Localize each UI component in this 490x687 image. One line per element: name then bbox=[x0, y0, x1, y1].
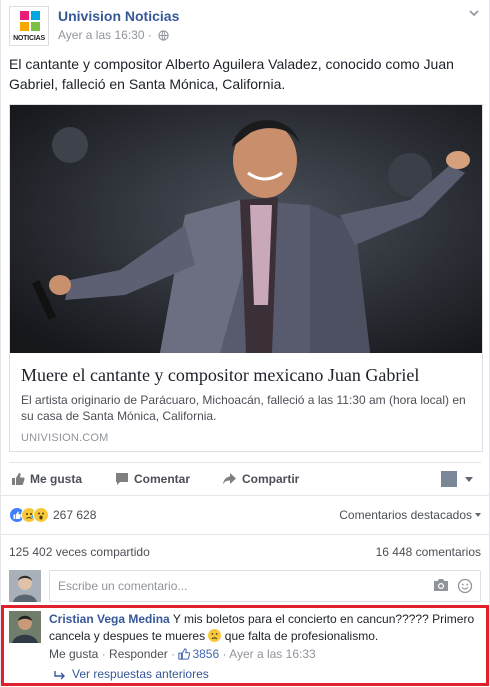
comment-sort-label: Comentarios destacados bbox=[339, 508, 472, 522]
post-text: El cantante y compositor Alberto Aguiler… bbox=[9, 56, 454, 92]
link-description: El artista originario de Parácuaro, Mich… bbox=[21, 393, 466, 423]
comment-likes[interactable]: 3856 bbox=[178, 647, 219, 661]
link-title[interactable]: Muere el cantante y compositor mexicano … bbox=[21, 365, 476, 386]
share-count-link[interactable]: 125 402 veces compartido bbox=[9, 545, 150, 559]
comment-meta: Me gusta · Responder · 3856 · Ayer a las… bbox=[49, 647, 316, 661]
share-button[interactable]: Compartir bbox=[222, 472, 299, 486]
globe-icon bbox=[158, 30, 169, 41]
page-name-link[interactable]: Univision Noticias bbox=[58, 8, 179, 24]
thumbs-up-icon bbox=[12, 473, 25, 485]
highlighted-comment: Cristian Vega Medina Y mis boletos para … bbox=[1, 605, 489, 686]
comment-body: Cristian Vega Medina Y mis boletos para … bbox=[49, 611, 479, 645]
reaction-count[interactable]: 267 628 bbox=[53, 508, 96, 522]
facebook-post: NOTICIAS Univision Noticias Ayer a las 1… bbox=[0, 0, 490, 687]
view-replies-label: Ver respuestas anteriores bbox=[72, 667, 209, 681]
view-replies-link[interactable]: Ver respuestas anteriores bbox=[54, 667, 209, 681]
comment-bubble-icon bbox=[116, 473, 128, 485]
frown-emoji-icon bbox=[208, 629, 222, 642]
commenter-avatar[interactable] bbox=[9, 611, 41, 643]
share-arrow-icon bbox=[223, 473, 236, 485]
comment-like-link[interactable]: Me gusta bbox=[49, 647, 98, 661]
commenter-name-link[interactable]: Cristian Vega Medina bbox=[49, 612, 170, 626]
post-options-chevron-icon[interactable] bbox=[467, 6, 481, 20]
comment-sort-dropdown[interactable]: Comentarios destacados bbox=[339, 508, 481, 522]
comment-label: Comentar bbox=[134, 472, 191, 486]
caret-down-icon bbox=[475, 513, 481, 517]
reply-arrow-icon bbox=[54, 671, 65, 680]
divider bbox=[1, 534, 489, 535]
user-avatar[interactable] bbox=[9, 570, 41, 602]
meta-separator: · bbox=[101, 647, 106, 661]
page-avatar[interactable]: NOTICIAS bbox=[9, 6, 49, 46]
divider bbox=[1, 495, 489, 496]
link-preview-image[interactable] bbox=[10, 105, 482, 353]
univision-logo-icon bbox=[20, 11, 40, 31]
meta-separator: · bbox=[171, 647, 176, 661]
comment-like-count: 3856 bbox=[192, 647, 220, 661]
comment-composer bbox=[9, 570, 481, 602]
comment-reply-link[interactable]: Responder bbox=[109, 647, 168, 661]
post-timestamp[interactable]: Ayer a las 16:30 bbox=[58, 28, 145, 42]
singer-photo bbox=[10, 105, 482, 353]
comment-input[interactable] bbox=[49, 570, 481, 602]
comment-text-end: que falta de profesionalismo. bbox=[224, 629, 379, 643]
comment-button[interactable]: Comentar bbox=[115, 472, 190, 486]
meta-separator: · bbox=[222, 647, 227, 661]
logo-label: NOTICIAS bbox=[13, 35, 45, 42]
emoji-smile-icon[interactable] bbox=[457, 578, 473, 594]
post-as-chevron-down-icon[interactable] bbox=[465, 477, 473, 482]
reactions-row: 267 628 Comentarios destacados bbox=[9, 505, 481, 525]
like-label: Me gusta bbox=[30, 472, 83, 486]
post-header: NOTICIAS Univision Noticias Ayer a las 1… bbox=[9, 4, 481, 48]
like-button[interactable]: Me gusta bbox=[11, 472, 82, 486]
post-as-avatar[interactable] bbox=[441, 471, 457, 487]
wow-reaction-icon[interactable] bbox=[33, 507, 49, 523]
action-bar: Me gusta Comentar Compartir bbox=[9, 462, 481, 494]
camera-icon[interactable] bbox=[433, 578, 449, 592]
comment-count-link[interactable]: 16 448 comentarios bbox=[376, 545, 481, 559]
link-preview-card[interactable]: Muere el cantante y compositor mexicano … bbox=[9, 104, 483, 452]
link-source: UNIVISION.COM bbox=[21, 432, 109, 444]
post-meta: Ayer a las 16:30 · bbox=[58, 28, 169, 42]
comment-timestamp[interactable]: Ayer a las 16:33 bbox=[229, 647, 316, 661]
share-label: Compartir bbox=[242, 472, 300, 486]
thumbs-up-icon bbox=[178, 648, 191, 660]
meta-separator: · bbox=[147, 28, 152, 42]
